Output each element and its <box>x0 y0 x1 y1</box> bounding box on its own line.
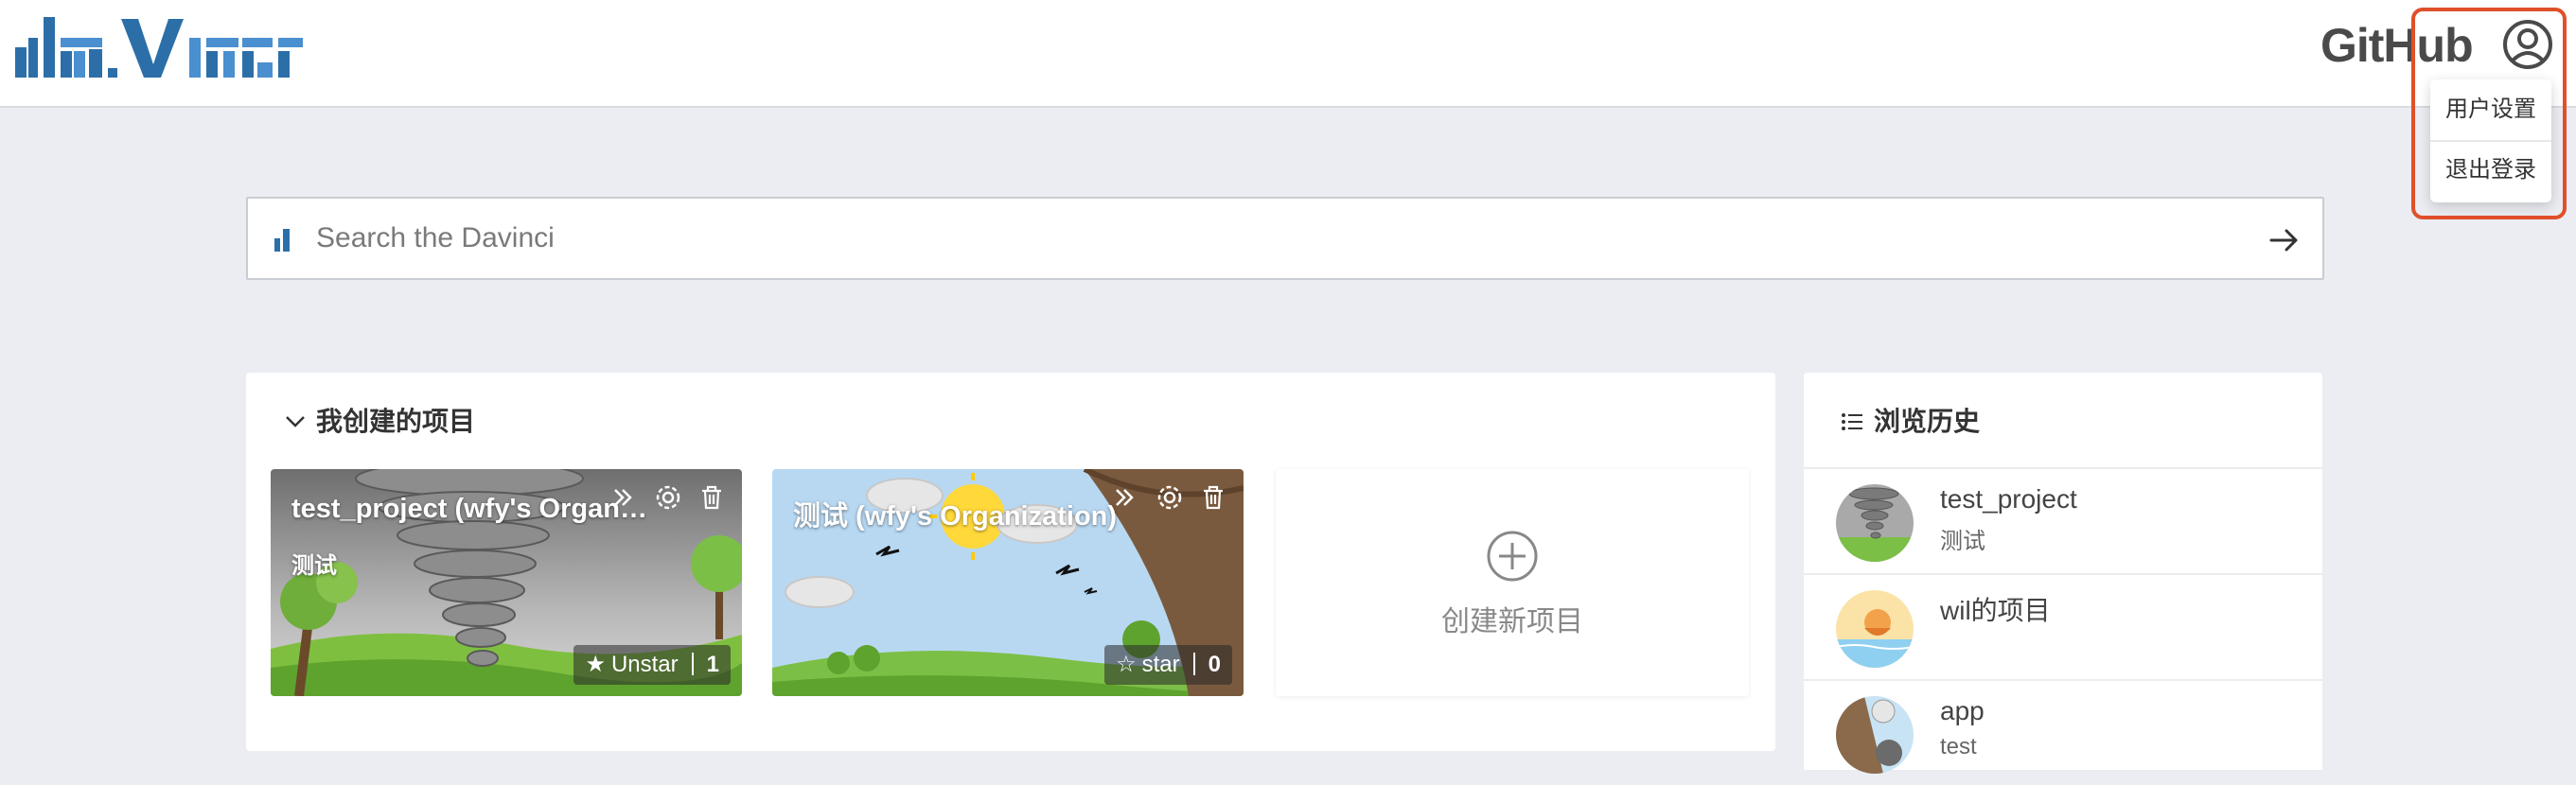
delete-icon[interactable] <box>697 482 727 513</box>
history-item[interactable]: wil的项目 <box>1804 573 2322 679</box>
create-project-card[interactable]: 创建新项目 <box>1276 469 1749 696</box>
history-project-name: wil的项目 <box>1940 596 2051 625</box>
project-card[interactable]: 测试 (wfy's Organization) ☆ star 0 <box>772 469 1244 696</box>
delete-icon[interactable] <box>1198 482 1228 513</box>
history-item[interactable]: app test <box>1804 679 2322 785</box>
history-item[interactable]: test_project 测试 <box>1804 467 2322 573</box>
project-title: 测试 (wfy's Organization) <box>793 501 1118 532</box>
project-avatar <box>1836 484 1914 562</box>
project-actions <box>1111 482 1234 516</box>
my-projects-header[interactable]: 我创建的项目 <box>284 403 475 441</box>
create-project-label: 创建新项目 <box>1441 606 1583 637</box>
history-project-name: app <box>1940 696 1985 725</box>
star-button[interactable]: ☆ star 0 <box>1104 645 1232 685</box>
top-header: GitHub <box>0 0 2576 108</box>
browse-history-header: 浏览历史 <box>1842 403 1980 441</box>
gear-icon[interactable] <box>1155 482 1185 513</box>
highlight-annotation-box <box>2411 8 2567 219</box>
star-count: 1 <box>706 652 719 677</box>
my-projects-panel: 我创建的项目 test_project (wfy's Organiz... 测试… <box>246 373 1775 751</box>
davinci-small-logo-icon <box>274 229 290 252</box>
search-input[interactable] <box>314 208 2207 269</box>
history-project-description: 测试 <box>1940 529 1985 554</box>
project-card[interactable]: test_project (wfy's Organiz... 测试 ★ Unsta… <box>271 469 742 696</box>
star-label: star <box>1141 652 1180 677</box>
browse-history-panel: 浏览历史 test_project 测试 wil的项目 app test <box>1804 373 2322 774</box>
star-count: 0 <box>1208 652 1221 677</box>
project-avatar <box>1836 696 1914 774</box>
star-outline-icon: ☆ <box>1116 652 1137 677</box>
transfer-icon[interactable] <box>609 482 640 513</box>
history-project-description: test <box>1940 734 1977 759</box>
project-description: 测试 <box>291 553 337 579</box>
unstar-button[interactable]: ★ Unstar 1 <box>573 645 731 685</box>
project-title: test_project (wfy's Organiz... <box>291 494 651 524</box>
plus-circle-icon <box>1487 531 1538 582</box>
star-filled-icon: ★ <box>585 652 606 677</box>
browse-history-title: 浏览历史 <box>1874 407 1981 436</box>
gear-icon[interactable] <box>653 482 683 513</box>
transfer-icon[interactable] <box>1111 482 1141 513</box>
arrow-right-icon[interactable] <box>2267 223 2302 257</box>
list-icon <box>1842 413 1862 430</box>
my-projects-title: 我创建的项目 <box>316 407 476 436</box>
star-separator <box>1192 653 1195 675</box>
search-bar <box>246 197 2324 280</box>
chevron-down-icon <box>286 416 305 427</box>
project-actions <box>609 482 732 516</box>
star-separator <box>691 653 694 675</box>
star-label: Unstar <box>610 652 679 677</box>
history-project-name: test_project <box>1940 484 2077 514</box>
davinci-logo[interactable] <box>15 15 318 79</box>
project-avatar <box>1836 590 1914 668</box>
